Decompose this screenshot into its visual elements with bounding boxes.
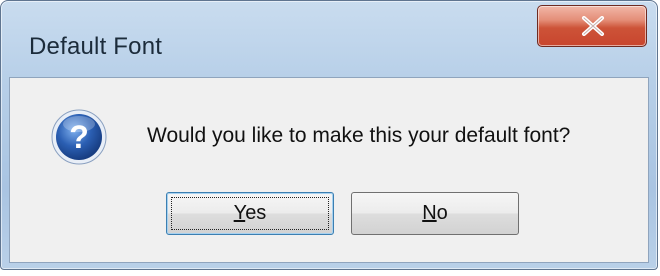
no-label-rest: o <box>436 202 448 224</box>
svg-text:?: ? <box>69 119 89 155</box>
no-button[interactable]: No <box>351 192 519 235</box>
dialog-content: ? Would you like to make this your defau… <box>9 77 649 263</box>
title-bar[interactable]: Default Font <box>1 1 657 81</box>
focus-ring <box>171 197 329 230</box>
dialog-window: Default Font ? Would you like to make th… <box>0 0 658 270</box>
no-mnemonic: N <box>422 202 437 224</box>
window-title: Default Font <box>29 33 163 60</box>
question-icon: ? <box>51 109 107 165</box>
close-x-icon <box>582 16 604 36</box>
dialog-message: Would you like to make this your default… <box>147 124 571 147</box>
yes-button[interactable]: Yes <box>166 192 334 235</box>
close-button[interactable] <box>537 5 647 47</box>
